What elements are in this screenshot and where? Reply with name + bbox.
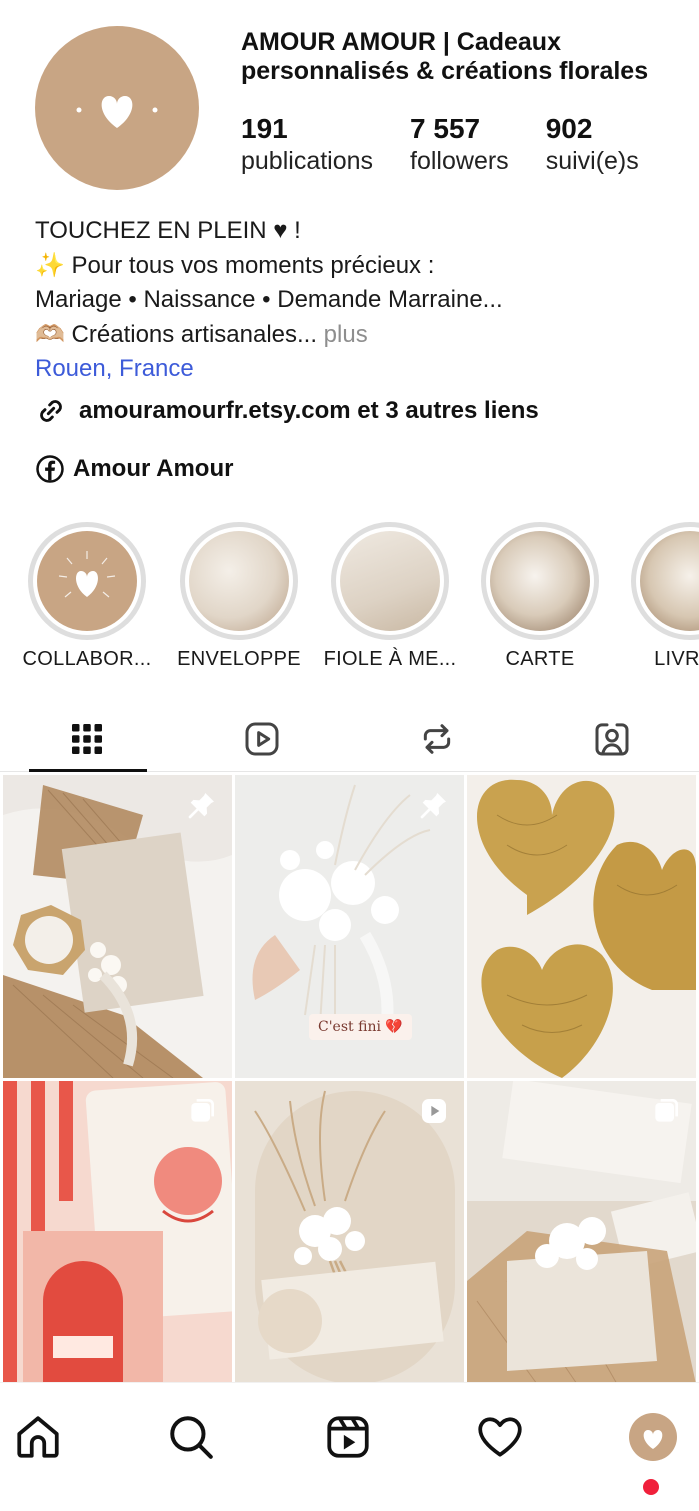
- facebook-text: Amour Amour: [73, 455, 234, 482]
- post-caption-chip: C'est fini 💔: [309, 1014, 412, 1040]
- bio-more-link[interactable]: plus: [324, 321, 368, 348]
- notification-dot: [643, 1479, 659, 1495]
- links-text: amouramourfr.etsy.com et 3 autres liens: [79, 397, 539, 424]
- profile-stats: 191 publications 7 557 followers 902 sui…: [241, 112, 676, 176]
- post-thumbnail[interactable]: [235, 1081, 464, 1384]
- highlight-cover: [490, 531, 590, 631]
- tagged-icon: [595, 722, 629, 755]
- pin-icon: [420, 793, 446, 819]
- reposts-icon: [423, 723, 451, 754]
- profile-bio: TOUCHEZ EN PLEIN ♥ ! ✨ Pour tous vos mom…: [35, 214, 685, 387]
- tab-tagged[interactable]: [524, 706, 699, 771]
- highlight-enveloppe[interactable]: ENVELOPPE: [159, 522, 319, 671]
- post-thumbnail[interactable]: [3, 775, 232, 1078]
- stat-label: publications: [241, 147, 374, 175]
- stat-label: followers: [410, 147, 509, 175]
- external-links[interactable]: amouramourfr.etsy.com et 3 autres liens: [35, 395, 539, 427]
- highlight-carte[interactable]: CARTE: [460, 522, 620, 671]
- nav-home[interactable]: [12, 1411, 64, 1463]
- profile-tabs: [0, 706, 699, 772]
- bio-line: ✨ Pour tous vos moments précieux :: [35, 251, 435, 279]
- reels-icon: [245, 722, 279, 755]
- post-thumbnail[interactable]: C'est fini 💔: [235, 775, 464, 1078]
- heart-logo-icon: [643, 1430, 663, 1449]
- home-icon: [17, 1416, 59, 1458]
- highlight-cover: [640, 531, 699, 631]
- bio-line-text: 🫶🏼 Créations artisanales...: [35, 320, 317, 348]
- highlight-label: FIOLE À ME...: [323, 648, 457, 670]
- highlight-livret[interactable]: LIVRET: [610, 522, 699, 671]
- profile-name: AMOUR AMOUR | Cadeaux personnalisés & cr…: [241, 28, 649, 85]
- bottom-navigation: [0, 1382, 699, 1511]
- highlight-ring: [28, 522, 146, 640]
- highlight-ring: [481, 522, 599, 640]
- reels-icon: [327, 1416, 369, 1458]
- location-link[interactable]: Rouen, France: [35, 352, 685, 387]
- post-thumbnail[interactable]: [467, 775, 696, 1078]
- highlight-ring: [331, 522, 449, 640]
- tab-reels[interactable]: [175, 706, 350, 771]
- profile-avatar[interactable]: [35, 26, 199, 190]
- highlight-cover: [37, 531, 137, 631]
- nav-search[interactable]: [165, 1411, 217, 1463]
- bio-line: TOUCHEZ EN PLEIN ♥ !: [35, 217, 301, 244]
- stat-value: 191: [241, 113, 288, 144]
- profile-avatar: [629, 1413, 677, 1461]
- nav-activity[interactable]: [474, 1411, 526, 1463]
- search-icon: [170, 1416, 213, 1459]
- carousel-icon: [191, 1099, 214, 1122]
- post-image: [467, 775, 696, 1078]
- highlight-label: COLLABOR...: [22, 648, 152, 670]
- highlight-collabor[interactable]: COLLABOR...: [7, 522, 167, 671]
- tab-reposts[interactable]: [350, 706, 525, 771]
- facebook-link[interactable]: Amour Amour: [35, 454, 233, 484]
- highlight-cover: [189, 531, 289, 631]
- post-thumbnail[interactable]: [467, 1081, 696, 1384]
- highlight-ring: [631, 522, 699, 640]
- posts-grid: C'est fini 💔: [3, 775, 696, 1384]
- highlight-fiole[interactable]: FIOLE À ME...: [310, 522, 470, 671]
- story-highlights: COLLABOR... ENVELOPPE FIOLE À ME... CART…: [0, 522, 699, 677]
- tab-grid[interactable]: [0, 706, 175, 772]
- stat-value: 902: [545, 113, 593, 144]
- link-icon: [40, 400, 62, 422]
- stat-label: suivi(e)s: [545, 147, 639, 175]
- nav-reels[interactable]: [322, 1411, 374, 1463]
- highlight-ring: [180, 522, 298, 640]
- bio-line: 🫶🏼 Créations artisanales... plus: [35, 318, 685, 353]
- facebook-icon: [36, 455, 64, 483]
- grid-icon: [72, 723, 103, 754]
- carousel-icon: [655, 1099, 678, 1122]
- pin-icon: [188, 793, 214, 819]
- stat-followers[interactable]: 7 557 followers: [410, 112, 509, 176]
- bio-line: Mariage • Naissance • Demande Marraine..…: [35, 286, 503, 313]
- stat-publications[interactable]: 191 publications: [241, 112, 373, 176]
- stat-following[interactable]: 902 suivi(e)s: [546, 112, 639, 176]
- heart-logo-icon: [76, 96, 158, 128]
- stat-value: 7 557: [410, 113, 481, 144]
- nav-profile[interactable]: [627, 1411, 679, 1463]
- highlight-label: LIVRET: [654, 648, 699, 670]
- highlight-label: ENVELOPPE: [177, 648, 301, 670]
- post-thumbnail[interactable]: [3, 1081, 232, 1384]
- heart-icon: [478, 1417, 522, 1457]
- heart-sun-icon: [58, 551, 116, 598]
- highlight-label: CARTE: [505, 648, 575, 670]
- highlight-cover: [340, 531, 440, 631]
- reel-icon: [422, 1099, 446, 1123]
